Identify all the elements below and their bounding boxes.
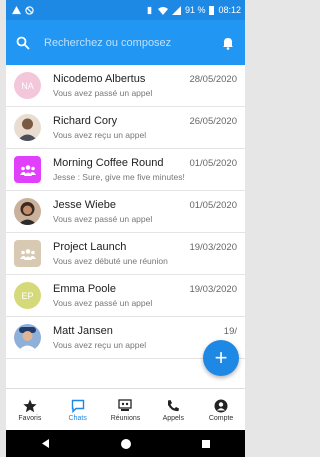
back-icon[interactable] [40, 438, 51, 449]
conversation-list: NA Nicodemo Albertus 28/05/2020 Vous ave… [6, 65, 245, 359]
tab-label: Réunions [110, 414, 141, 422]
conversation-preview: Vous avez passé un appel [53, 298, 153, 308]
tab-label: Chats [68, 414, 87, 422]
contact-name: Matt Jansen [53, 325, 113, 337]
vibrate-icon [147, 6, 152, 14]
conversation-row[interactable]: EP Emma Poole 19/03/2020 Vous avez passé… [6, 275, 245, 317]
chat-icon [71, 399, 84, 413]
contact-name: Morning Coffee Round [53, 157, 164, 169]
search-bar[interactable]: Recherchez ou composez [6, 20, 245, 65]
avatar [14, 198, 41, 225]
tab-label: Compte [208, 414, 234, 422]
conversation-date: 01/05/2020 [189, 157, 237, 169]
phone-screen: 91 % 08:12 Recherchez ou composez NA Nic… [6, 0, 245, 457]
android-nav-bar [6, 430, 245, 457]
status-bar: 91 % 08:12 [6, 0, 245, 20]
bottom-tab-bar: Favoris Chats Réunions Appels Compte [6, 388, 245, 431]
tab-label: Favoris [18, 414, 42, 422]
conversation-row[interactable]: Morning Coffee Round 01/05/2020 Jesse : … [6, 149, 245, 191]
conversation-preview: Vous avez reçu un appel [53, 130, 147, 140]
tab-appels[interactable]: Appels [150, 399, 196, 422]
tab-label: Appels [162, 414, 184, 422]
signal-icon [171, 5, 181, 15]
group-avatar [14, 156, 41, 183]
conversation-row[interactable]: Richard Cory 26/05/2020 Vous avez reçu u… [6, 107, 245, 149]
contact-name: Project Launch [53, 241, 127, 253]
conversation-date: 01/05/2020 [189, 199, 237, 211]
conversation-preview: Jesse : Sure, give me five minutes! [53, 172, 185, 182]
search-icon[interactable] [16, 36, 30, 50]
tab-chats[interactable]: Chats [55, 399, 101, 422]
account-icon [214, 399, 228, 412]
conversation-row[interactable]: Project Launch 19/03/2020 Vous avez débu… [6, 233, 245, 275]
meeting-icon [118, 398, 133, 411]
contact-name: Emma Poole [53, 283, 116, 295]
tab-favoris[interactable]: Favoris [7, 399, 53, 422]
avatar [14, 114, 41, 141]
avatar [14, 324, 41, 351]
group-avatar [14, 240, 41, 267]
group-icon [19, 248, 36, 260]
conversation-date: 19/03/2020 [189, 241, 237, 253]
group-icon [19, 164, 36, 176]
conversation-preview: Vous avez débuté une réunion [53, 256, 168, 266]
home-icon[interactable] [120, 438, 132, 450]
tab-reunions[interactable]: Réunions [102, 398, 148, 422]
conversation-row[interactable]: Jesse Wiebe 01/05/2020 Vous avez passé u… [6, 191, 245, 233]
recents-icon[interactable] [201, 439, 211, 449]
conversation-preview: Vous avez passé un appel [53, 88, 153, 98]
conversation-date: 19/ [223, 325, 237, 337]
search-input[interactable]: Recherchez ou composez [44, 37, 221, 49]
avatar: NA [14, 72, 41, 99]
phone-icon [168, 399, 180, 411]
contact-name: Richard Cory [53, 115, 118, 127]
conversation-date: 28/05/2020 [189, 73, 237, 85]
star-icon [23, 399, 37, 412]
contact-name: Jesse Wiebe [53, 199, 116, 211]
blocked-icon [25, 5, 34, 15]
conversation-date: 19/03/2020 [189, 283, 237, 295]
warning-icon [12, 5, 21, 14]
conversation-preview: Vous avez passé un appel [53, 214, 153, 224]
battery-icon [209, 5, 215, 15]
conversation-date: 26/05/2020 [189, 115, 237, 127]
conversation-row[interactable]: NA Nicodemo Albertus 28/05/2020 Vous ave… [6, 65, 245, 107]
clock: 08:12 [218, 5, 241, 15]
new-chat-button[interactable]: + [203, 340, 239, 376]
avatar: EP [14, 282, 41, 309]
wifi-icon [157, 6, 168, 15]
contact-name: Nicodemo Albertus [53, 73, 146, 85]
battery-level: 91 % [184, 5, 206, 15]
tab-compte[interactable]: Compte [198, 399, 244, 422]
bell-icon[interactable] [221, 36, 235, 50]
